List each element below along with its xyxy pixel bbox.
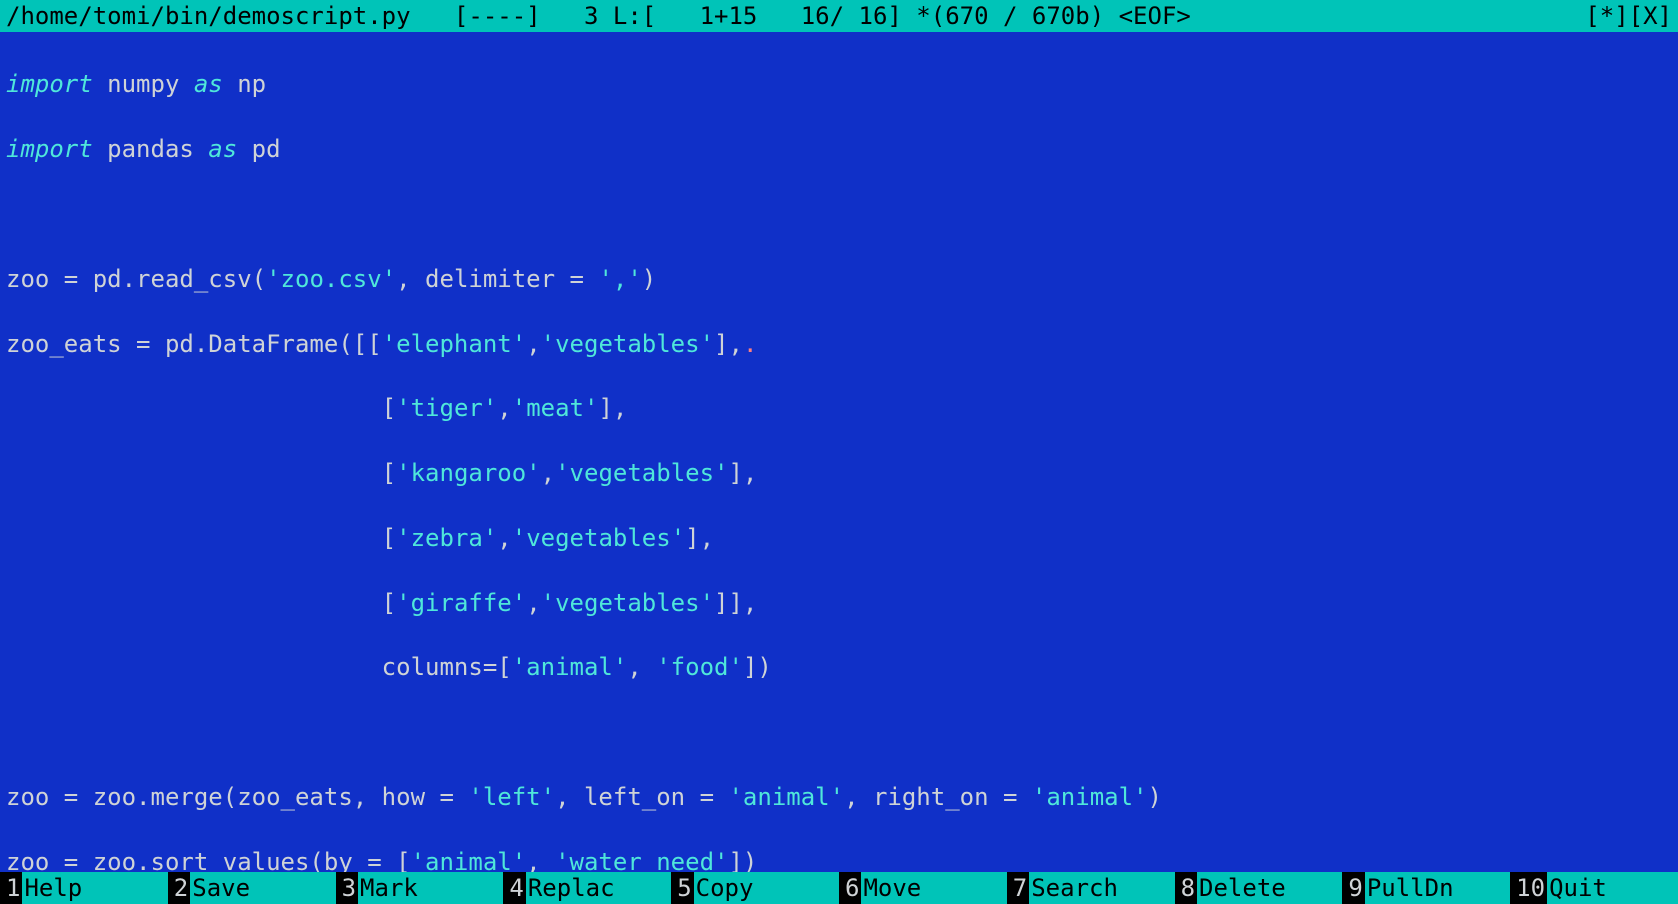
f2-save-button[interactable]: 2Save — [168, 872, 336, 904]
code-line: ['zebra','vegetables'], — [6, 522, 1672, 554]
f7-search-button[interactable]: 7Search — [1007, 872, 1175, 904]
code-line: zoo = zoo.merge(zoo_eats, how = 'left', … — [6, 781, 1672, 813]
f10-quit-button[interactable]: 10Quit — [1510, 872, 1678, 904]
code-line — [6, 198, 1672, 230]
code-line: ['giraffe','vegetables']], — [6, 587, 1672, 619]
f5-copy-button[interactable]: 5Copy — [671, 872, 839, 904]
function-key-bar: 1Help 2Save 3Mark 4Replac 5Copy 6Move 7S… — [0, 872, 1678, 904]
f3-mark-button[interactable]: 3Mark — [336, 872, 504, 904]
code-line: zoo_eats = pd.DataFrame([['elephant','ve… — [6, 328, 1672, 360]
file-path: /home/tomi/bin/demoscript.py — [6, 0, 411, 32]
f1-help-button[interactable]: 1Help — [0, 872, 168, 904]
code-line: zoo = pd.read_csv('zoo.csv', delimiter =… — [6, 263, 1672, 295]
code-line — [6, 716, 1672, 748]
status-bar: /home/tomi/bin/demoscript.py [----] 3 L:… — [0, 0, 1678, 32]
f9-pulldn-button[interactable]: 9PullDn — [1342, 872, 1510, 904]
f8-delete-button[interactable]: 8Delete — [1175, 872, 1343, 904]
f4-replace-button[interactable]: 4Replac — [503, 872, 671, 904]
f6-move-button[interactable]: 6Move — [839, 872, 1007, 904]
code-line: columns=['animal', 'food']) — [6, 651, 1672, 683]
editor-area[interactable]: import numpy as np import pandas as pd z… — [0, 32, 1678, 872]
code-line: import numpy as np — [6, 68, 1672, 100]
status-flags: [*][X] — [1585, 0, 1672, 32]
code-line: ['kangaroo','vegetables'], — [6, 457, 1672, 489]
code-line: import pandas as pd — [6, 133, 1672, 165]
code-line: ['tiger','meat'], — [6, 392, 1672, 424]
code-line: zoo = zoo.sort_values(by = ['animal', 'w… — [6, 846, 1672, 872]
status-info: [----] 3 L:[ 1+15 16/ 16] *(670 / 670b) … — [411, 0, 1191, 32]
